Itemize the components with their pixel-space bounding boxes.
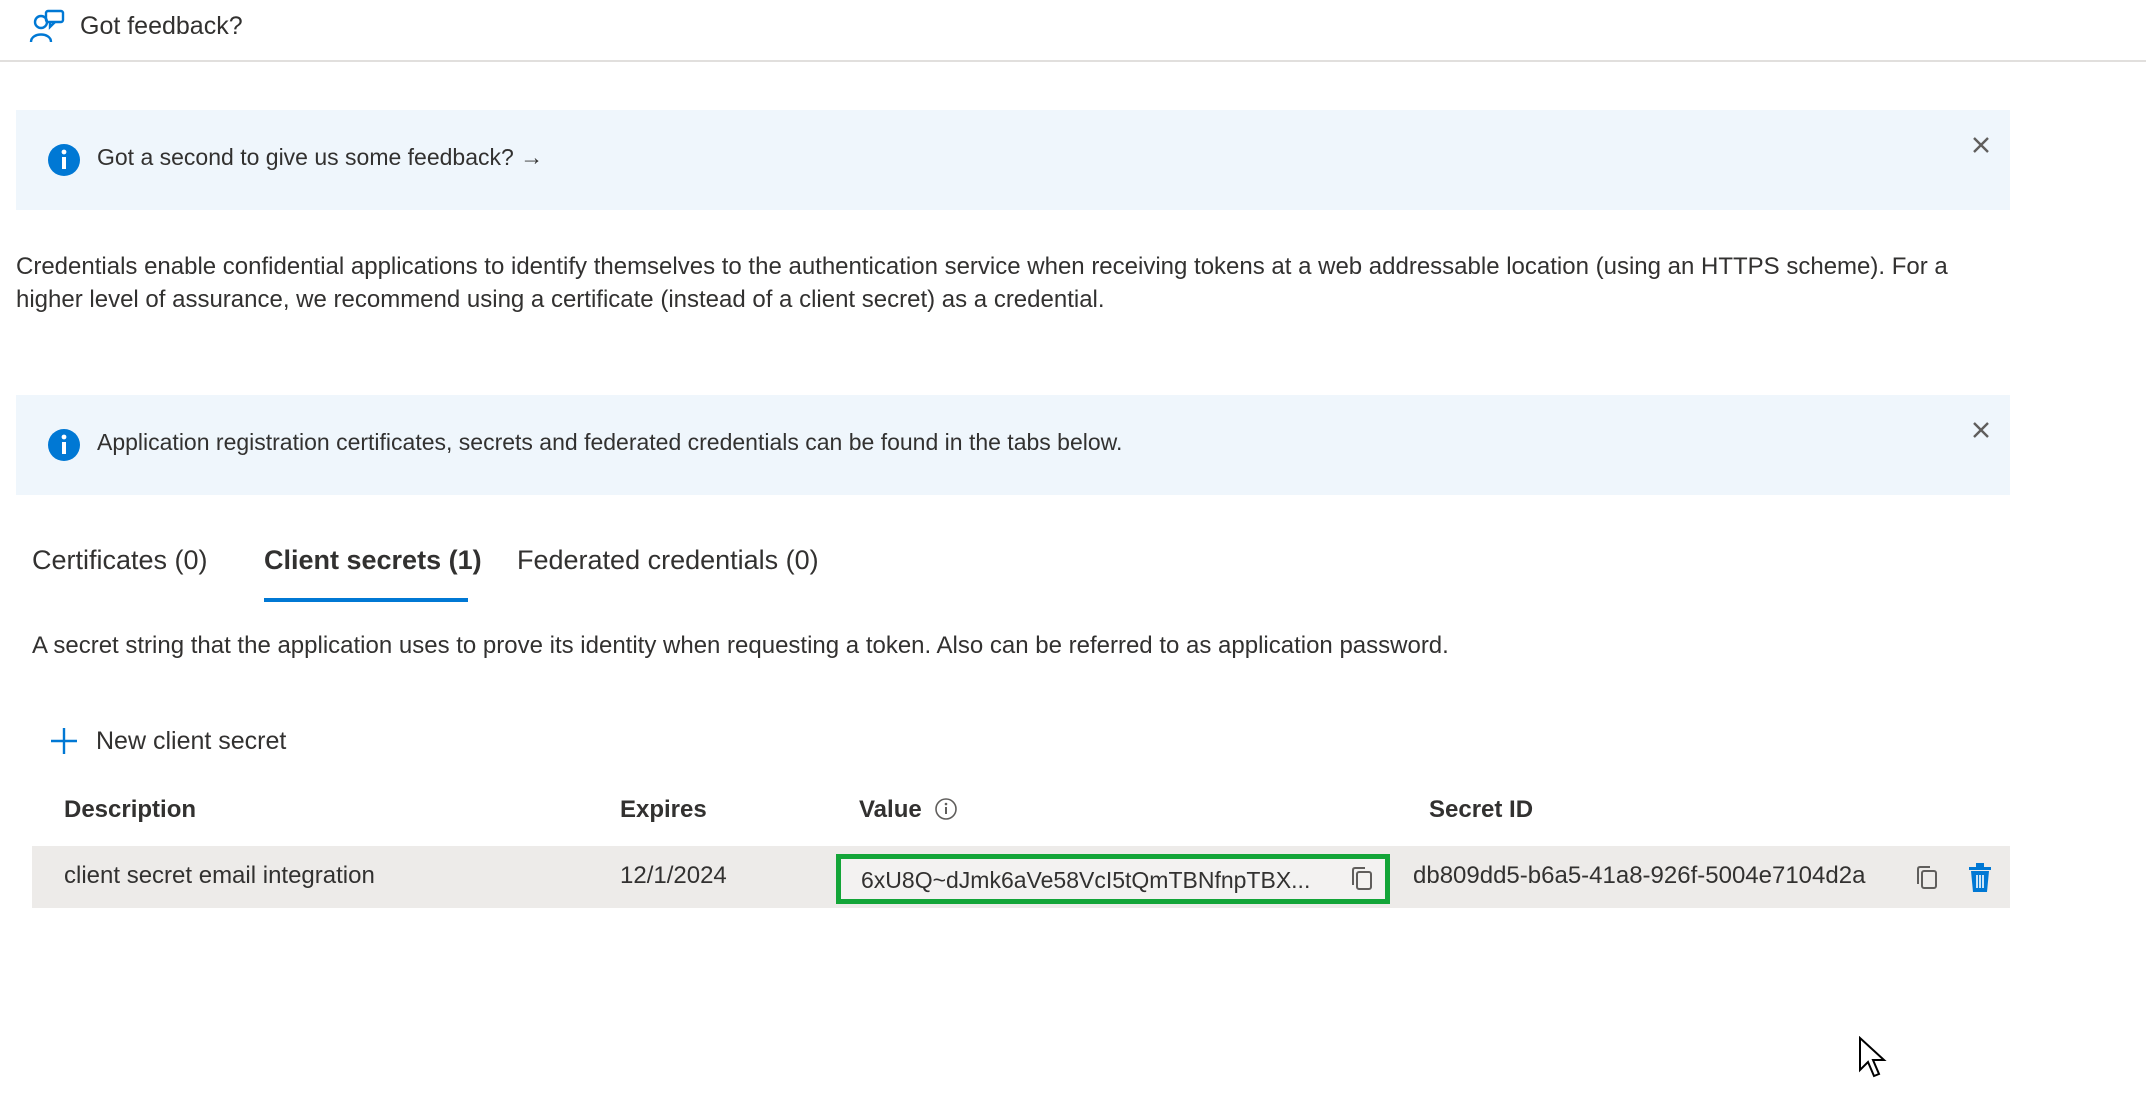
column-header-value-label: Value: [859, 796, 922, 823]
credentials-info-banner: Application registration certificates, s…: [16, 395, 2010, 495]
column-header-value: Value: [859, 796, 958, 824]
copy-icon[interactable]: [1349, 865, 1375, 893]
new-client-secret-label: New client secret: [96, 727, 287, 755]
tab-client-secrets[interactable]: Client secrets (1): [264, 545, 482, 576]
tab-certificates[interactable]: Certificates (0): [32, 545, 208, 576]
plus-icon: [51, 728, 77, 754]
active-tab-indicator: [264, 598, 468, 602]
secret-value-cell[interactable]: 6xU8Q~dJmk6aVe58VcI5tQmTBNfnpTBX...: [836, 854, 1390, 904]
client-secrets-description: A secret string that the application use…: [32, 632, 1449, 659]
feedback-link[interactable]: Got feedback?: [80, 12, 243, 41]
secret-description-cell: client secret email integration: [64, 862, 375, 889]
info-icon: [48, 429, 80, 461]
credentials-banner-text: Application registration certificates, s…: [97, 429, 1123, 455]
info-circle-icon[interactable]: [934, 797, 958, 821]
secret-expires-cell: 12/1/2024: [620, 862, 727, 889]
column-header-secret-id: Secret ID: [1429, 796, 1534, 823]
close-icon[interactable]: [1966, 415, 1996, 445]
column-header-description: Description: [64, 796, 197, 823]
feedback-banner-text[interactable]: Got a second to give us some feedback? →: [97, 144, 543, 171]
feedback-bar: Got feedback?: [0, 0, 2146, 62]
info-icon: [48, 144, 80, 176]
secret-id-cell[interactable]: db809dd5-b6a5-41a8-926f-5004e7104d2a: [1413, 862, 1865, 890]
delete-icon[interactable]: [1966, 862, 1994, 894]
feedback-person-icon[interactable]: [28, 8, 66, 46]
mouse-cursor-icon: [1859, 1036, 1887, 1078]
copy-icon[interactable]: [1914, 864, 1940, 892]
column-header-expires: Expires: [620, 796, 707, 823]
secret-value-text[interactable]: 6xU8Q~dJmk6aVe58VcI5tQmTBNfnpTBX...: [861, 867, 1339, 894]
close-icon[interactable]: [1966, 130, 1996, 160]
tab-federated-credentials[interactable]: Federated credentials (0): [517, 545, 819, 576]
feedback-banner: Got a second to give us some feedback? →: [16, 110, 2010, 210]
credentials-description: Credentials enable confidential applicat…: [16, 253, 1948, 313]
